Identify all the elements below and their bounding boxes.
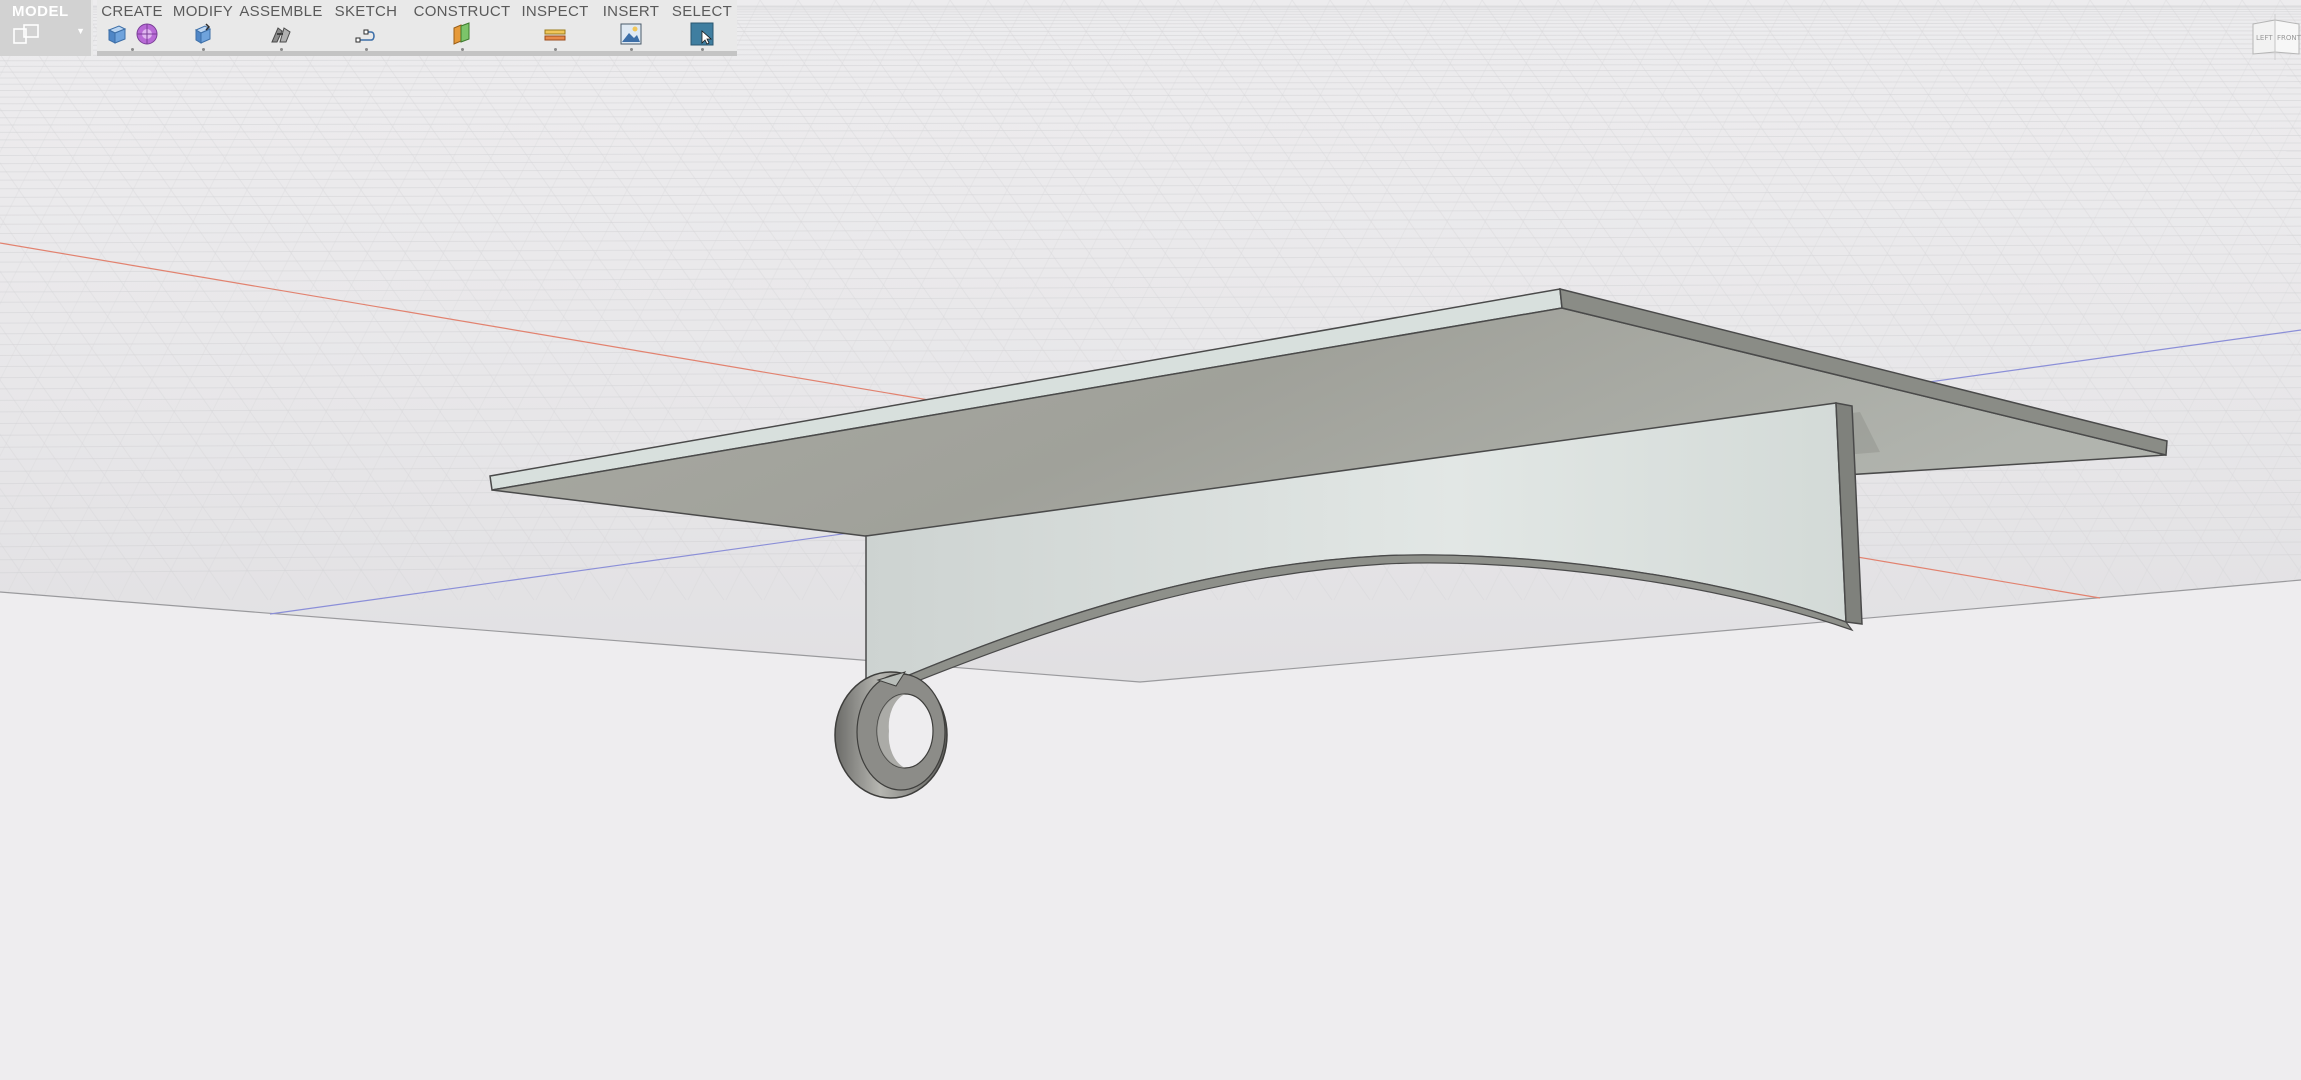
modify-caret-icon <box>202 48 205 51</box>
select-icon[interactable] <box>690 22 714 46</box>
model-workspace-icon <box>12 23 42 50</box>
toolbar-modify-label: MODIFY <box>172 3 234 20</box>
toolbar-sketch-label: SKETCH <box>334 3 398 20</box>
viewcube-front-face[interactable]: FRONT <box>2277 34 2301 42</box>
extrude-box-icon[interactable] <box>105 22 129 46</box>
toolbar-select-menu[interactable]: SELECT <box>667 0 737 56</box>
toolbar-assemble-menu[interactable]: ASSEMBLE <box>239 0 323 56</box>
toolbar-inspect-menu[interactable]: INSPECT <box>515 0 595 56</box>
toolbar-sketch-menu[interactable]: SKETCH <box>323 0 409 56</box>
toolbar-insert-menu[interactable]: INSERT <box>595 0 667 56</box>
select-caret-icon <box>701 48 704 51</box>
hanging-ring[interactable] <box>834 671 948 799</box>
toolbar-modify-menu[interactable]: MODIFY <box>167 0 239 56</box>
toolbar-create-menu[interactable]: CREATE <box>97 0 167 56</box>
viewcube[interactable]: LEFT FRONT <box>2251 14 2301 60</box>
assemble-caret-icon <box>280 48 283 51</box>
inspect-caret-icon <box>554 48 557 51</box>
toolbar-select-label: SELECT <box>671 3 733 20</box>
sculpt-form-icon[interactable] <box>135 22 159 46</box>
tool-groups: CREATE MODIFY ASSEMBLE SKETCH CONSTRUCT … <box>97 0 737 56</box>
toolbar-create-label: CREATE <box>101 3 163 20</box>
press-pull-icon[interactable] <box>191 22 215 46</box>
insert-image-icon[interactable] <box>619 22 643 46</box>
insert-caret-icon <box>630 48 633 51</box>
toolbar-construct-label: CONSTRUCT <box>413 3 511 20</box>
main-toolbar: MODEL ▼ CREATE MODIFY ASSEMBLE SKETCH CO… <box>0 0 737 56</box>
workspace-switcher[interactable]: MODEL ▼ <box>0 0 93 56</box>
construct-caret-icon <box>461 48 464 51</box>
toolbar-assemble-label: ASSEMBLE <box>239 3 323 20</box>
viewcube-left-face[interactable]: LEFT <box>2256 34 2273 42</box>
3d-viewport[interactable] <box>0 0 2301 1080</box>
workspace-label: MODEL <box>12 3 69 20</box>
sketch-caret-icon <box>365 48 368 51</box>
chevron-down-icon: ▼ <box>76 26 85 36</box>
offset-plane-icon[interactable] <box>450 22 474 46</box>
toolbar-construct-menu[interactable]: CONSTRUCT <box>409 0 515 56</box>
toolbar-insert-label: INSERT <box>602 3 660 20</box>
joint-icon[interactable] <box>269 22 293 46</box>
toolbar-inspect-label: INSPECT <box>521 3 589 20</box>
create-caret-icon <box>131 48 134 51</box>
measure-icon[interactable] <box>543 22 567 46</box>
sketch-line-icon[interactable] <box>354 22 378 46</box>
